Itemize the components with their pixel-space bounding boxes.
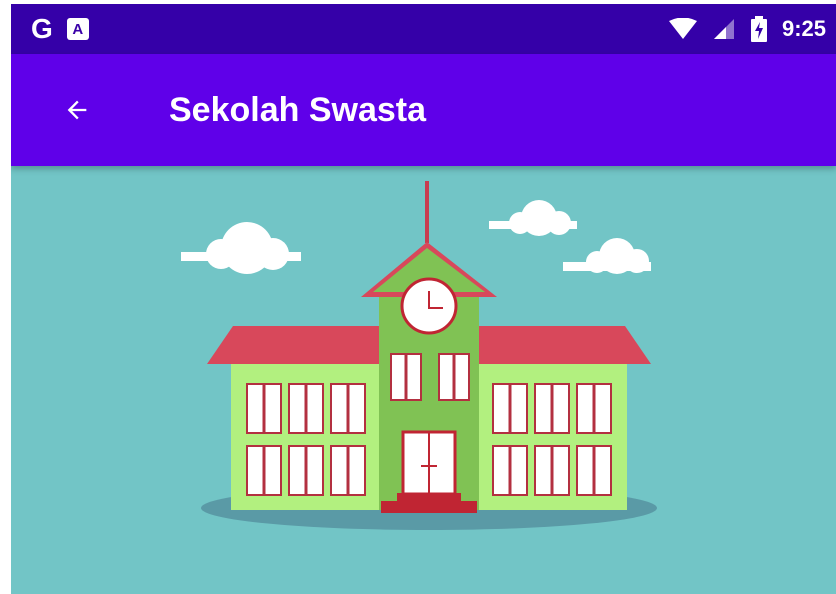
hero-banner xyxy=(11,166,836,594)
status-bar: G A 9:25 xyxy=(11,4,836,54)
status-bar-left: G A xyxy=(31,15,89,43)
google-icon: G xyxy=(31,13,53,44)
page-title: Sekolah Swasta xyxy=(169,90,427,129)
cellular-signal-icon xyxy=(713,19,734,39)
battery-charging-icon xyxy=(750,16,767,42)
app-bar: Sekolah Swasta xyxy=(11,54,836,166)
arrow-back-icon xyxy=(67,100,87,120)
door-step-bottom xyxy=(381,501,477,513)
back-button[interactable] xyxy=(57,90,97,130)
school-building-illustration xyxy=(11,166,836,594)
left-roof xyxy=(207,326,379,364)
door-step-top xyxy=(397,493,461,501)
translate-icon: A xyxy=(66,18,89,40)
status-time: 9:25 xyxy=(781,16,826,41)
wifi-icon xyxy=(668,18,697,39)
right-roof xyxy=(479,326,651,364)
app-screen: G A 9:25 Sekolah Swasta xyxy=(11,4,836,594)
tower-antenna xyxy=(425,181,429,243)
status-bar-right: 9:25 xyxy=(668,16,826,42)
